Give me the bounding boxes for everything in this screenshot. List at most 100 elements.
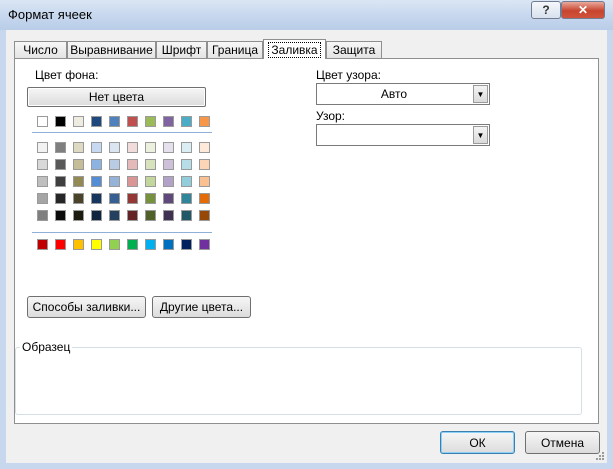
theme-color-swatch[interactable] <box>127 116 138 127</box>
theme-shade-swatch[interactable] <box>109 176 120 187</box>
palette-separator <box>32 232 212 233</box>
theme-color-swatch[interactable] <box>91 116 102 127</box>
theme-shade-swatch[interactable] <box>37 176 48 187</box>
tab-label: Граница <box>211 43 259 57</box>
theme-shade-swatch[interactable] <box>109 142 120 153</box>
tab-label: Выравнивание <box>70 43 153 57</box>
theme-shade-swatch[interactable] <box>181 159 192 170</box>
tab-fill[interactable]: Заливка <box>263 39 326 59</box>
pattern-color-value: Авто <box>380 87 408 101</box>
cancel-button[interactable]: Отмена <box>525 431 600 454</box>
theme-shade-swatch[interactable] <box>55 142 66 153</box>
theme-shade-swatch[interactable] <box>181 142 192 153</box>
standard-color-swatch[interactable] <box>127 239 138 250</box>
theme-color-swatch[interactable] <box>181 116 192 127</box>
standard-color-swatch[interactable] <box>163 239 174 250</box>
standard-color-swatch[interactable] <box>37 239 48 250</box>
theme-shade-swatch[interactable] <box>73 142 84 153</box>
theme-color-swatch[interactable] <box>145 116 156 127</box>
theme-shade-swatch[interactable] <box>91 193 102 204</box>
theme-shade-swatch[interactable] <box>163 176 174 187</box>
tab-label: Число <box>23 43 58 57</box>
standard-color-swatch[interactable] <box>181 239 192 250</box>
dialog-client: Число Выравнивание Шрифт Граница Заливка… <box>6 30 607 463</box>
theme-shade-swatch[interactable] <box>199 193 210 204</box>
bg-color-label: Цвет фона: <box>35 68 99 82</box>
fill-effects-button[interactable]: Способы заливки... <box>27 296 146 318</box>
theme-shade-swatch[interactable] <box>181 193 192 204</box>
theme-color-swatch[interactable] <box>55 116 66 127</box>
tab-border[interactable]: Граница <box>207 41 263 58</box>
ok-button[interactable]: ОК <box>440 431 515 454</box>
theme-shade-swatch[interactable] <box>55 176 66 187</box>
tab-protection[interactable]: Защита <box>326 41 382 58</box>
theme-shade-swatch[interactable] <box>127 193 138 204</box>
theme-shade-swatch[interactable] <box>127 176 138 187</box>
theme-shade-swatch[interactable] <box>163 193 174 204</box>
theme-shade-swatch[interactable] <box>127 210 138 221</box>
theme-shade-swatch[interactable] <box>109 159 120 170</box>
chevron-down-icon[interactable]: ▼ <box>473 126 488 144</box>
theme-shade-swatch[interactable] <box>163 210 174 221</box>
theme-color-swatch[interactable] <box>199 116 210 127</box>
pattern-color-dropdown[interactable]: Авто ▼ <box>316 83 490 105</box>
theme-color-swatch[interactable] <box>109 116 120 127</box>
standard-color-swatch[interactable] <box>145 239 156 250</box>
theme-shade-swatch[interactable] <box>73 159 84 170</box>
standard-color-swatch[interactable] <box>73 239 84 250</box>
standard-color-swatch[interactable] <box>109 239 120 250</box>
resize-grip-icon[interactable] <box>595 451 605 461</box>
theme-shade-swatch[interactable] <box>199 176 210 187</box>
theme-shade-swatch[interactable] <box>73 193 84 204</box>
theme-shade-swatch[interactable] <box>163 142 174 153</box>
theme-shade-swatch[interactable] <box>145 142 156 153</box>
theme-shade-swatch[interactable] <box>91 142 102 153</box>
tab-alignment[interactable]: Выравнивание <box>67 41 156 58</box>
theme-shade-swatch[interactable] <box>145 176 156 187</box>
theme-shade-swatch[interactable] <box>199 159 210 170</box>
theme-shade-swatch[interactable] <box>91 176 102 187</box>
theme-shade-swatch[interactable] <box>127 142 138 153</box>
standard-color-swatch[interactable] <box>91 239 102 250</box>
pattern-style-dropdown[interactable]: ▼ <box>316 124 490 146</box>
theme-color-swatch[interactable] <box>37 116 48 127</box>
theme-shade-swatch[interactable] <box>73 210 84 221</box>
theme-shade-swatch[interactable] <box>199 210 210 221</box>
theme-shade-swatch[interactable] <box>109 210 120 221</box>
window-title: Формат ячеек <box>8 7 92 22</box>
tab-font[interactable]: Шрифт <box>156 41 207 58</box>
theme-shade-swatch[interactable] <box>37 142 48 153</box>
theme-shade-swatch[interactable] <box>145 210 156 221</box>
more-colors-button[interactable]: Другие цвета... <box>152 296 251 318</box>
theme-shade-swatch[interactable] <box>127 159 138 170</box>
help-button[interactable]: ? <box>531 1 561 19</box>
theme-shade-swatch[interactable] <box>199 142 210 153</box>
theme-shade-swatch[interactable] <box>109 193 120 204</box>
palette-separator <box>32 132 212 133</box>
theme-shade-swatch[interactable] <box>145 193 156 204</box>
standard-color-swatch[interactable] <box>199 239 210 250</box>
theme-color-swatch[interactable] <box>73 116 84 127</box>
theme-shade-swatch[interactable] <box>181 210 192 221</box>
chevron-down-icon[interactable]: ▼ <box>473 85 488 103</box>
theme-shade-swatch[interactable] <box>145 159 156 170</box>
tab-number[interactable]: Число <box>14 41 67 58</box>
standard-color-swatch[interactable] <box>55 239 66 250</box>
theme-shade-swatch[interactable] <box>55 193 66 204</box>
theme-shade-swatch[interactable] <box>37 159 48 170</box>
theme-color-swatch[interactable] <box>163 116 174 127</box>
theme-shade-swatch[interactable] <box>163 159 174 170</box>
theme-shade-swatch[interactable] <box>73 176 84 187</box>
theme-shade-swatch[interactable] <box>91 159 102 170</box>
close-button[interactable]: ✕ <box>561 1 605 19</box>
theme-shade-swatch[interactable] <box>37 210 48 221</box>
tab-label: Защита <box>332 43 376 57</box>
theme-shade-swatch[interactable] <box>55 210 66 221</box>
theme-shade-swatch[interactable] <box>91 210 102 221</box>
theme-shade-swatch[interactable] <box>37 193 48 204</box>
theme-shade-swatch[interactable] <box>55 159 66 170</box>
theme-shade-swatch[interactable] <box>181 176 192 187</box>
tab-label: Шрифт <box>161 43 202 57</box>
no-color-button[interactable]: Нет цвета <box>27 87 206 107</box>
pattern-color-label: Цвет узора: <box>316 68 381 82</box>
